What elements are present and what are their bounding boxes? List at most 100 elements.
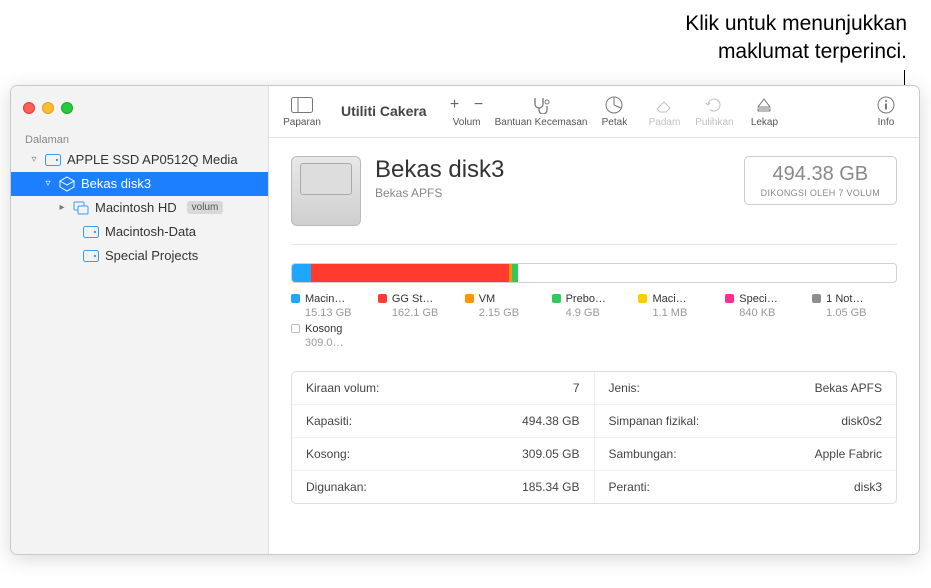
callout-text: Klik untuk menunjukkan maklumat terperin… [0, 0, 931, 67]
legend-label: 1 Not… [826, 293, 863, 305]
toolbar: Paparan Utiliti Cakera + − Volum Bantuan… [269, 86, 919, 138]
legend-size: 162.1 GB [378, 307, 463, 319]
disclosure-icon[interactable]: ▿ [29, 154, 39, 165]
add-volume-icon[interactable]: + [443, 94, 467, 116]
legend-item: Macin… 15.13 GB [291, 293, 376, 319]
erase-icon [654, 95, 674, 115]
legend-swatch [465, 294, 474, 303]
container-title: Bekas disk3 [375, 156, 730, 184]
legend-label: Prebo… [566, 293, 606, 305]
info-key: Kosong: [306, 447, 350, 461]
legend-item: 1 Not… 1.05 GB [812, 293, 897, 319]
disclosure-icon[interactable]: ▸ [57, 202, 67, 213]
legend-size: 1.1 MB [638, 307, 723, 319]
info-value: 7 [573, 381, 580, 395]
remove-volume-icon[interactable]: − [467, 94, 491, 116]
usage-legend: Macin…15.13 GBGG St…162.1 GBVM2.15 GBPre… [291, 293, 897, 349]
disk-utility-window: Dalaman ▿APPLE SSD AP0512Q Media▿Bekas d… [10, 85, 920, 555]
legend-label: Maci… [652, 293, 686, 305]
legend-size: 309.0… [291, 337, 897, 349]
info-row: Kapasiti:494.38 GB [292, 405, 594, 438]
sidebar-item-3[interactable]: Macintosh-Data [11, 220, 268, 244]
info-row: Sambungan: Apple Fabric [595, 438, 897, 471]
content-area: Bekas disk3 Bekas APFS 494.38 GB DIKONGS… [269, 138, 919, 554]
mount-button[interactable]: Lekap [741, 87, 787, 135]
firstaid-label: Bantuan Kecemasan [495, 117, 588, 128]
sidebar-item-label: Special Projects [105, 248, 198, 263]
sidebar-item-1[interactable]: ▿Bekas disk3 [11, 172, 268, 196]
legend-swatch [552, 294, 561, 303]
legend-size: 15.13 GB [291, 307, 376, 319]
view-label: Paparan [283, 117, 321, 128]
partition-label: Petak [602, 117, 628, 128]
info-row: Peranti:disk3 [595, 471, 897, 503]
legend-swatch [291, 324, 300, 333]
info-key: Jenis: [609, 381, 640, 395]
info-key: Simpanan fizikal: [609, 414, 700, 428]
erase-button: Padam [641, 87, 687, 135]
minimize-button[interactable] [42, 102, 54, 114]
sidebar-item-label: APPLE SSD AP0512Q Media [67, 152, 238, 167]
usage-segment [292, 264, 311, 282]
sidebar-item-label: Macintosh HD [95, 200, 177, 215]
sidebar-item-2[interactable]: ▸Macintosh HDvolum [11, 196, 268, 220]
info-value: 185.34 GB [522, 480, 579, 494]
zoom-button[interactable] [61, 102, 73, 114]
info-row: Kosong: 309.05 GB [292, 438, 594, 471]
legend-size: 840 KB [725, 307, 810, 319]
usage-segment [518, 264, 896, 282]
info-grid: Kiraan volum: 7 Kapasiti:494.38 GB Kosong: 3… [291, 371, 897, 504]
legend-size: 2.15 GB [465, 307, 550, 319]
legend-size: 4.9 GB [552, 307, 637, 319]
usage-segment [311, 264, 509, 282]
volumes-icon [73, 201, 89, 215]
legend-item: VM 2.15 GB [465, 293, 550, 319]
volume-button[interactable]: + − Volum [443, 87, 491, 135]
info-value: Bekas APFS [815, 381, 882, 395]
legend-label: VM [479, 293, 496, 305]
info-value: 309.05 GB [522, 447, 579, 461]
info-value: disk3 [854, 480, 882, 494]
legend-swatch [725, 294, 734, 303]
info-button[interactable]: Info [863, 87, 909, 135]
legend-item: Prebo… 4.9 GB [552, 293, 637, 319]
disclosure-icon[interactable]: ▿ [43, 178, 53, 189]
legend-size: 1.05 GB [812, 307, 897, 319]
info-key: Kiraan volum: [306, 381, 379, 395]
restore-icon [705, 95, 723, 115]
restore-button: Pulihkan [691, 87, 737, 135]
info-value: Apple Fabric [815, 447, 882, 461]
legend-item: Kosong309.0… [291, 323, 897, 349]
legend-swatch [812, 294, 821, 303]
partition-button[interactable]: Petak [591, 87, 637, 135]
container-subtitle: Bekas APFS [375, 186, 730, 200]
view-button[interactable]: Paparan [279, 87, 325, 135]
info-row: Digunakan:185.34 GB [292, 471, 594, 503]
piechart-icon [605, 95, 623, 115]
volume-label: Volum [453, 117, 481, 128]
divider [291, 244, 897, 245]
sidebar-item-4[interactable]: Special Projects [11, 244, 268, 268]
firstaid-button[interactable]: Bantuan Kecemasan [495, 87, 588, 135]
info-key: Sambungan: [609, 447, 677, 461]
sidebar-icon [291, 95, 313, 115]
restore-label: Pulihkan [695, 117, 733, 128]
usage-bar [291, 263, 897, 283]
container-icon [59, 176, 75, 192]
legend-item: Maci… 1.1 MB [638, 293, 723, 319]
callout-line1: Klik untuk menunjukkan [685, 12, 907, 35]
legend-swatch [291, 294, 300, 303]
erase-label: Padam [649, 117, 681, 128]
legend-item: GG St…162.1 GB [378, 293, 463, 319]
sidebar-item-label: Macintosh-Data [105, 224, 196, 239]
info-row: Kiraan volum: 7 [292, 372, 594, 405]
info-row: Simpanan fizikal:disk0s2 [595, 405, 897, 438]
window-title: Utiliti Cakera [329, 103, 439, 119]
disk-icon [83, 226, 99, 238]
main-panel: Paparan Utiliti Cakera + − Volum Bantuan… [269, 86, 919, 554]
mount-label: Lekap [751, 117, 778, 128]
sidebar-item-0[interactable]: ▿ APPLE SSD AP0512Q Media [11, 148, 268, 172]
total-size: 494.38 GB [761, 163, 880, 186]
close-button[interactable] [23, 102, 35, 114]
legend-label: Macin… [305, 293, 345, 305]
